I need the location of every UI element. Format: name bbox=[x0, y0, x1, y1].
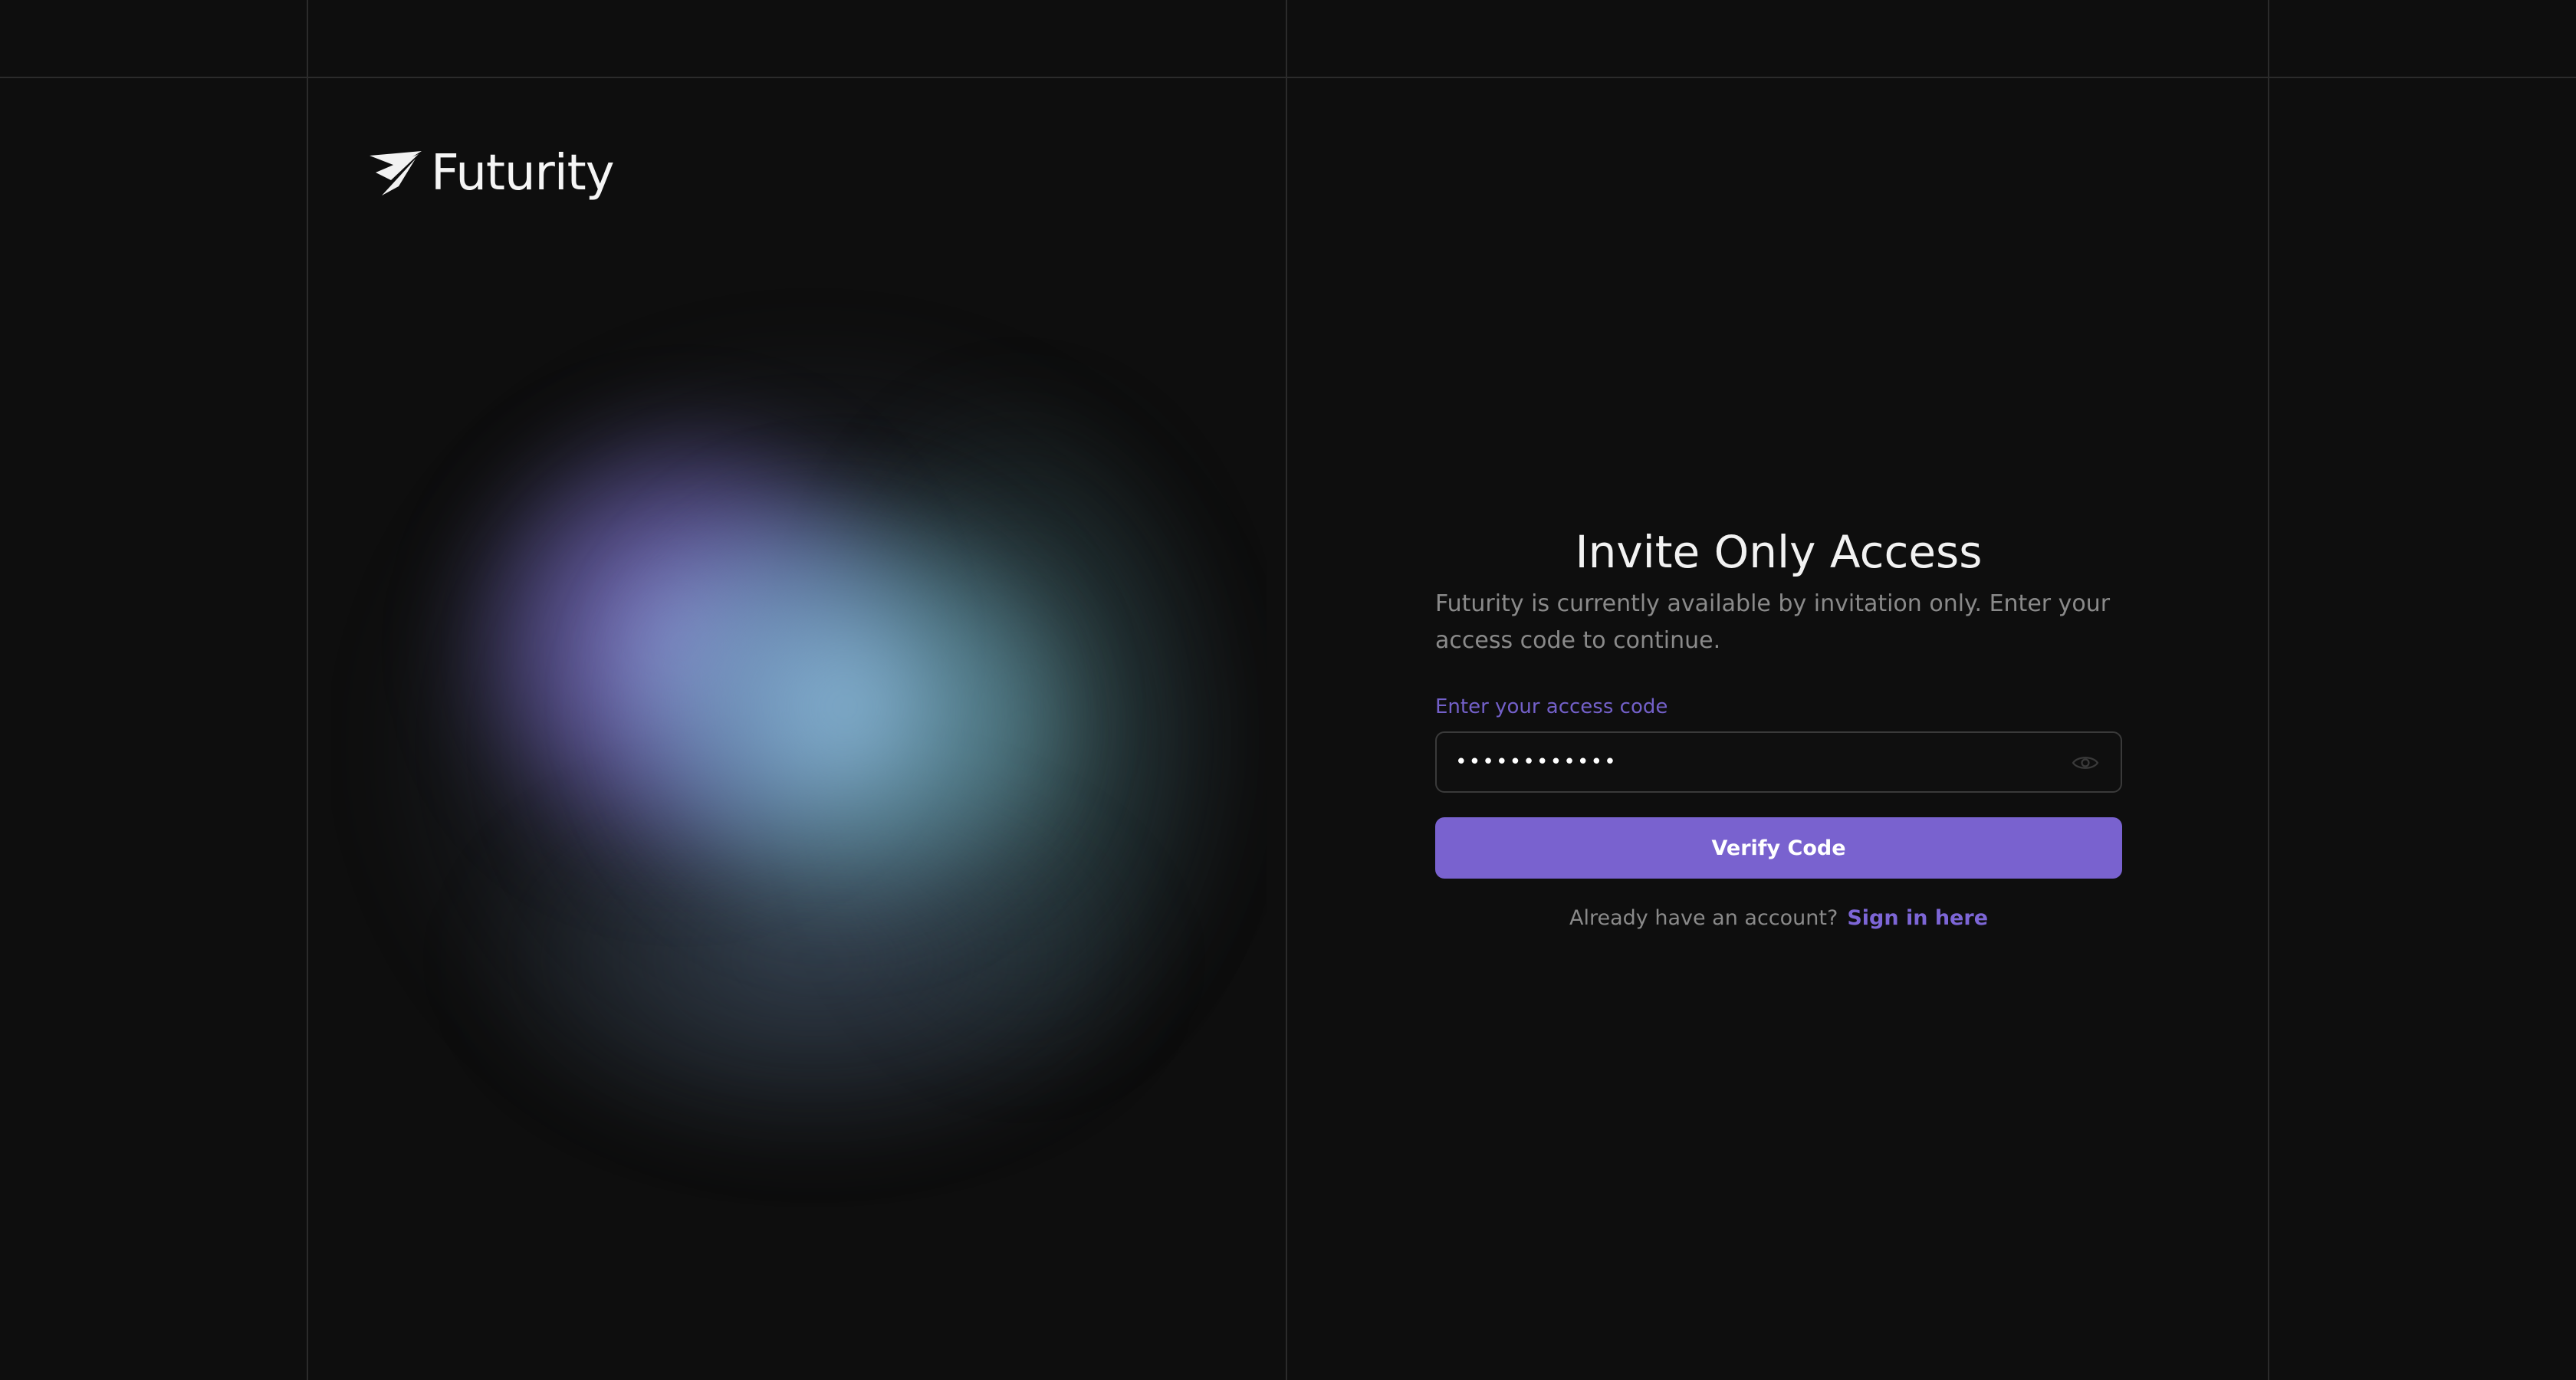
page-subtitle: Futurity is currently available by invit… bbox=[1435, 590, 2111, 654]
invite-access-page: Futurity Invite Only Access Futurity is … bbox=[0, 0, 2576, 1380]
brand-name: Futurity bbox=[431, 145, 615, 202]
signin-prompt: Already have an account? bbox=[1569, 906, 1838, 930]
hero-gradient-panel bbox=[308, 78, 1286, 1380]
signin-link[interactable]: Sign in here bbox=[1847, 906, 1988, 930]
access-code-label: Enter your access code bbox=[1435, 695, 1668, 718]
access-code-form: Invite Only Access Futurity is currently… bbox=[1435, 521, 2122, 932]
access-code-input[interactable] bbox=[1437, 733, 2121, 791]
center-frame-line bbox=[1286, 0, 1287, 1380]
verify-code-button[interactable]: Verify Code bbox=[1435, 817, 2122, 879]
access-code-field[interactable] bbox=[1435, 731, 2122, 793]
gradient-orb bbox=[331, 232, 1267, 1380]
right-frame-line bbox=[2268, 0, 2269, 1380]
page-title: Invite Only Access bbox=[1575, 526, 1983, 578]
eye-icon[interactable] bbox=[2072, 754, 2099, 772]
futurity-wing-logo-icon bbox=[370, 151, 422, 196]
brand-logo: Futurity bbox=[368, 143, 615, 204]
signin-row: Already have an account? Sign in here bbox=[1435, 905, 2122, 932]
